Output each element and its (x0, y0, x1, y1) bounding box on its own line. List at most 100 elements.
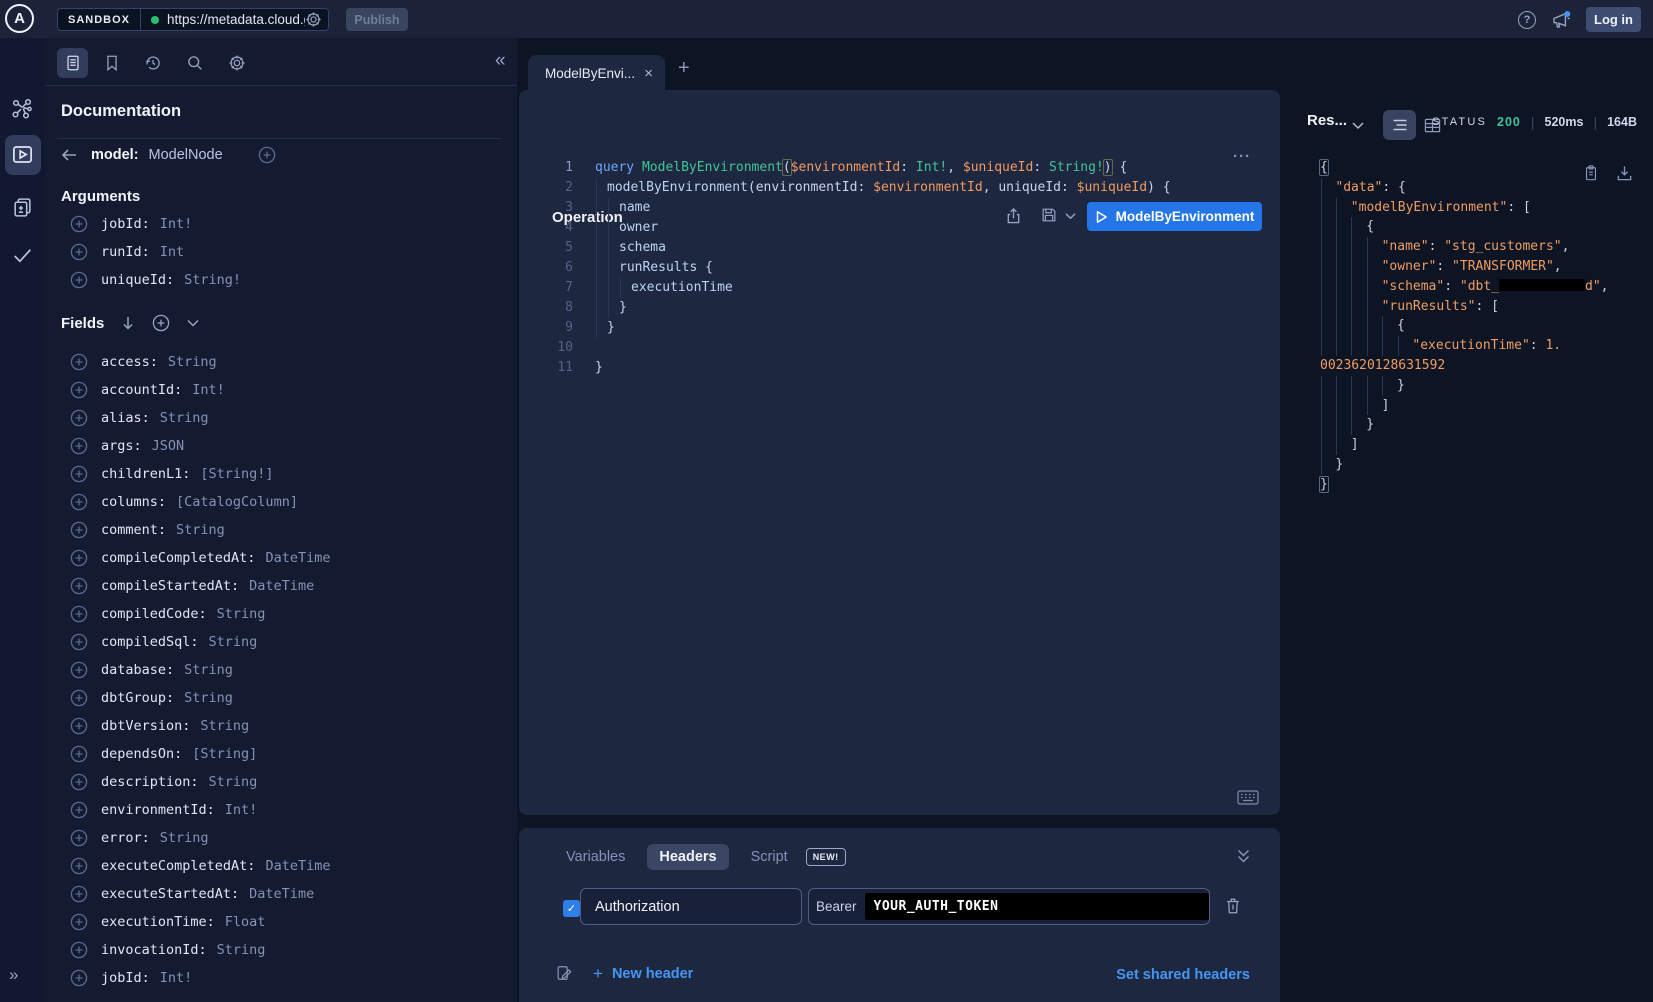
add-to-query-icon[interactable] (70, 215, 88, 233)
header-key-input[interactable]: Authorization (580, 888, 802, 925)
schema-field-row[interactable]: args: JSON (61, 432, 330, 460)
collapse-panel-icon[interactable]: « (495, 50, 506, 72)
schema-graph-icon[interactable] (11, 98, 34, 121)
schema-field-row[interactable]: dbtGroup: String (61, 684, 330, 712)
endpoint-bar[interactable]: SANDBOX https://metadata.cloud.get (57, 8, 329, 31)
documentation-tab-active[interactable] (57, 48, 88, 78)
formatted-view-toggle[interactable] (1383, 110, 1416, 140)
endpoint-settings-gear-icon[interactable] (305, 11, 322, 28)
response-dropdown-chevron-icon[interactable] (1352, 121, 1364, 130)
checks-icon[interactable] (11, 244, 34, 267)
schema-field-row[interactable]: executeStartedAt: DateTime (61, 880, 330, 908)
header-value-input[interactable]: Bearer YOUR_AUTH_TOKEN (808, 888, 1210, 925)
fields-header: Fields (61, 314, 199, 332)
add-to-query-icon[interactable] (70, 773, 88, 791)
add-to-query-icon[interactable] (70, 381, 88, 399)
add-all-fields-icon[interactable] (152, 314, 170, 332)
schema-field-row[interactable]: error: String (61, 824, 330, 852)
schema-field-row[interactable]: executeCompletedAt: DateTime (61, 852, 330, 880)
new-header-button[interactable]: + New header (593, 964, 693, 984)
documentation-title: Documentation (61, 102, 181, 121)
collapse-panel-chevrons-icon[interactable] (1236, 848, 1251, 864)
add-to-query-icon[interactable] (70, 717, 88, 735)
schema-field-row[interactable]: compiledCode: String (61, 600, 330, 628)
schema-field-row[interactable]: access: String (61, 348, 330, 376)
add-to-query-icon[interactable] (70, 409, 88, 427)
add-to-query-icon[interactable] (70, 969, 88, 987)
add-to-query-icon[interactable] (70, 353, 88, 371)
add-to-query-icon[interactable] (70, 913, 88, 931)
tab-headers[interactable]: Headers (647, 844, 728, 870)
new-tab-icon[interactable]: + (678, 57, 690, 80)
add-to-query-icon[interactable] (70, 661, 88, 679)
add-to-query-icon[interactable] (70, 857, 88, 875)
history-icon[interactable] (144, 54, 162, 72)
expand-rail-icon[interactable]: » (9, 965, 18, 985)
add-to-query-icon[interactable] (70, 549, 88, 567)
sort-descending-icon[interactable] (121, 315, 135, 331)
schema-field-row[interactable]: uniqueId: String! (61, 266, 241, 294)
schema-field-row[interactable]: childrenL1: [String!] (61, 460, 330, 488)
add-to-query-icon[interactable] (70, 493, 88, 511)
schema-field-row[interactable]: columns: [CatalogColumn] (61, 488, 330, 516)
apollo-logo[interactable]: A (5, 4, 34, 33)
schema-field-row[interactable]: jobId: Int! (61, 964, 330, 992)
schema-field-row[interactable]: jobId: Int! (61, 210, 241, 238)
tab-script[interactable]: Script (743, 844, 796, 870)
add-to-query-icon[interactable] (70, 885, 88, 903)
field-type: String (217, 606, 266, 622)
schema-field-row[interactable]: alias: String (61, 404, 330, 432)
schema-field-row[interactable]: description: String (61, 768, 330, 796)
add-to-query-icon[interactable] (70, 605, 88, 623)
schema-field-row[interactable]: dbtVersion: String (61, 712, 330, 740)
add-to-query-icon[interactable] (70, 829, 88, 847)
settings-gear-icon[interactable] (228, 54, 246, 72)
add-to-query-icon[interactable] (70, 941, 88, 959)
add-to-query-icon[interactable] (70, 243, 88, 261)
login-button[interactable]: Log in (1586, 7, 1641, 32)
add-to-query-icon[interactable] (70, 521, 88, 539)
edit-headers-icon[interactable] (555, 964, 573, 983)
add-to-query-icon[interactable] (70, 271, 88, 289)
schema-field-row[interactable]: runId: Int (61, 238, 241, 266)
schema-field-row[interactable]: comment: String (61, 516, 330, 544)
schema-field-row[interactable]: database: String (61, 656, 330, 684)
tab-variables[interactable]: Variables (558, 844, 633, 870)
response-dropdown-title[interactable]: Res... (1307, 112, 1347, 129)
close-tab-icon[interactable]: × (644, 65, 653, 82)
schema-field-row[interactable]: invocationId: String (61, 936, 330, 964)
schema-field-row[interactable]: environmentId: Int! (61, 796, 330, 824)
schema-field-row[interactable]: dependsOn: [String] (61, 740, 330, 768)
breadcrumb-type[interactable]: ModelNode (149, 147, 223, 163)
search-icon[interactable] (186, 54, 204, 72)
schema-field-row[interactable]: accountId: Int! (61, 376, 330, 404)
add-to-query-icon[interactable] (70, 689, 88, 707)
back-arrow-icon[interactable] (61, 148, 77, 162)
add-to-query-icon[interactable] (70, 745, 88, 763)
header-enabled-checkbox[interactable]: ✓ (563, 900, 580, 917)
add-to-query-icon[interactable] (70, 465, 88, 483)
graphql-editor[interactable]: 1 query ModelByEnvironment($environmentI… (529, 158, 1259, 378)
operation-tab[interactable]: ModelByEnvi... × (528, 55, 665, 91)
auth-token-redacted[interactable]: YOUR_AUTH_TOKEN (865, 893, 1209, 920)
set-shared-headers-link[interactable]: Set shared headers (1116, 967, 1250, 983)
operation-collections-icon[interactable] (11, 196, 34, 219)
help-icon[interactable]: ? (1518, 11, 1536, 29)
explorer-icon[interactable] (11, 143, 34, 166)
delete-header-icon[interactable] (1224, 896, 1242, 916)
chevron-down-icon[interactable] (187, 319, 199, 327)
schema-field-row[interactable]: compileCompletedAt: DateTime (61, 544, 330, 572)
add-to-query-icon[interactable] (70, 801, 88, 819)
publish-button[interactable]: Publish (346, 8, 408, 31)
schema-field-row[interactable]: executionTime: Float (61, 908, 330, 936)
announcements-megaphone-icon[interactable] (1550, 9, 1574, 31)
endpoint-url[interactable]: https://metadata.cloud.get (167, 12, 305, 27)
bookmarks-icon[interactable] (103, 54, 121, 72)
add-to-query-icon[interactable] (70, 633, 88, 651)
schema-field-row[interactable]: compiledSql: String (61, 628, 330, 656)
schema-field-row[interactable]: compileStartedAt: DateTime (61, 572, 330, 600)
add-to-query-icon[interactable] (70, 577, 88, 595)
add-to-query-icon[interactable] (70, 437, 88, 455)
keyboard-shortcuts-icon[interactable] (1237, 790, 1259, 805)
add-type-icon[interactable] (258, 146, 276, 164)
